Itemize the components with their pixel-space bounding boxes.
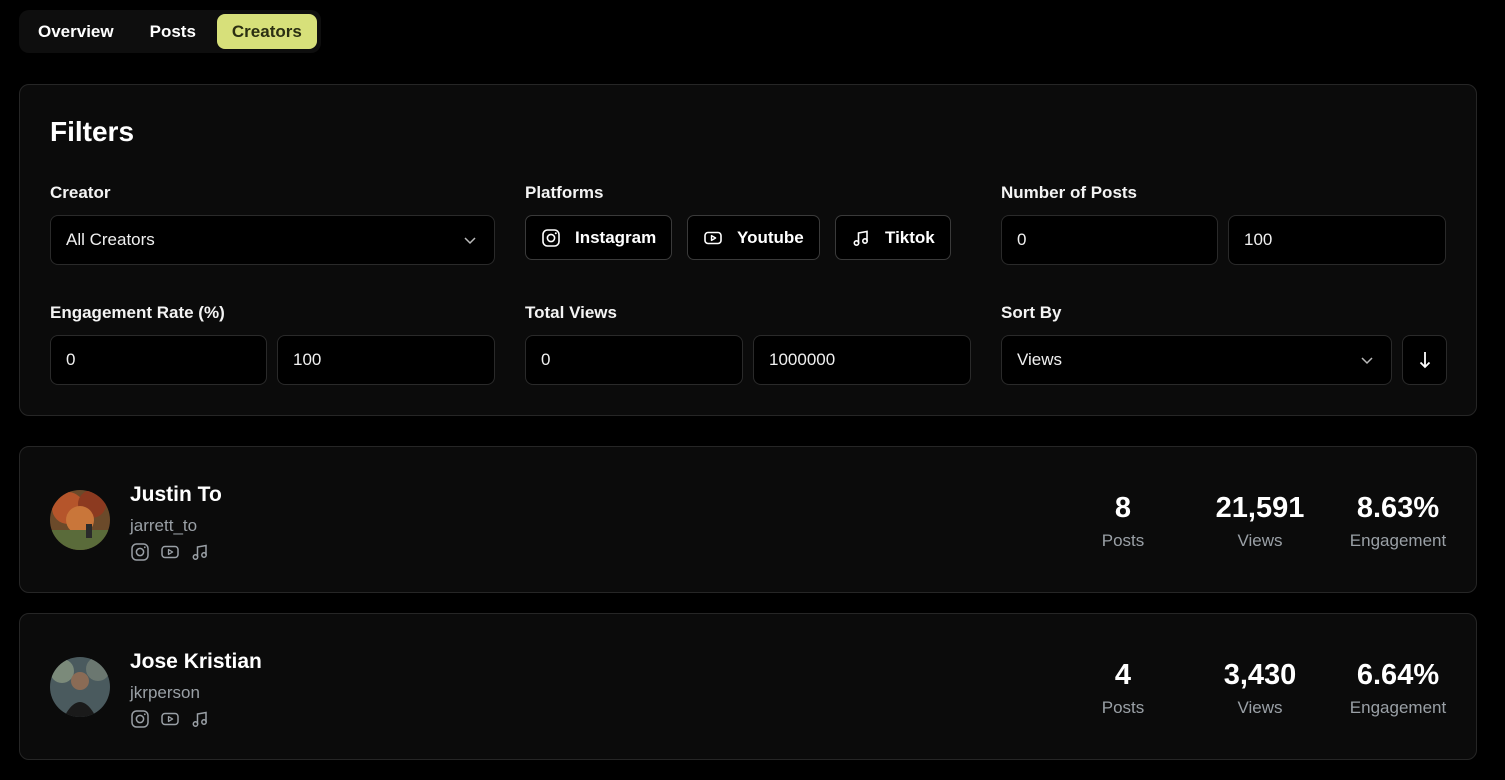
engagement-stat-label: Engagement xyxy=(1349,531,1447,550)
views-count: 21,591 xyxy=(1215,492,1305,524)
engagement-rate: 6.64% xyxy=(1356,659,1440,691)
tiktok-icon xyxy=(192,544,207,560)
creator-card[interactable]: Jose Kristian jkrperson 4 Posts 3,430 Vi… xyxy=(19,613,1477,760)
views-count: 3,430 xyxy=(1223,659,1297,691)
platform-tiktok-button[interactable]: Tiktok xyxy=(835,215,951,260)
youtube-icon xyxy=(161,545,179,559)
posts-count: 8 xyxy=(1114,492,1132,524)
chevron-down-icon xyxy=(464,237,476,245)
tab-overview[interactable]: Overview xyxy=(23,14,129,49)
filters-panel: Filters Creator All Creators Platforms I… xyxy=(19,84,1477,416)
creator-handle: jkrperson xyxy=(130,683,200,702)
youtube-icon xyxy=(161,712,179,726)
sort-direction-button[interactable] xyxy=(1402,335,1447,385)
instagram-icon xyxy=(542,228,560,247)
creator-handle: jarrett_to xyxy=(130,516,198,535)
posts-stat: 8 Posts xyxy=(1053,492,1193,551)
youtube-icon xyxy=(704,231,722,244)
avatar xyxy=(50,490,110,550)
avatar xyxy=(50,657,110,717)
arrow-down-icon xyxy=(1419,352,1430,369)
posts-stat-label: Posts xyxy=(1101,698,1145,717)
views-stat: 3,430 Views xyxy=(1190,659,1330,718)
platform-instagram-label: Instagram xyxy=(575,227,657,247)
instagram-icon xyxy=(131,543,149,561)
engagement-rate-label: Engagement Rate (%) xyxy=(50,303,225,322)
views-max-input[interactable]: 1000000 xyxy=(753,335,971,385)
posts-stat: 4 Posts xyxy=(1053,659,1193,718)
tiktok-icon xyxy=(853,230,869,246)
views-stat: 21,591 Views xyxy=(1190,492,1330,551)
creator-select-value: All Creators xyxy=(66,230,155,249)
creator-card[interactable]: Justin To jarrett_to 8 Posts 21,591 View… xyxy=(19,446,1477,593)
posts-count-label: Number of Posts xyxy=(1001,183,1138,202)
engagement-stat-label: Engagement xyxy=(1349,698,1447,717)
views-min-input[interactable]: 0 xyxy=(525,335,743,385)
sort-by-value: Views xyxy=(1017,350,1063,369)
tiktok-icon xyxy=(192,711,207,727)
engagement-stat: 6.64% Engagement xyxy=(1328,659,1468,718)
views-stat-label: Views xyxy=(1237,698,1283,717)
platform-youtube-label: Youtube xyxy=(737,227,804,247)
posts-stat-label: Posts xyxy=(1101,531,1145,550)
posts-count: 4 xyxy=(1114,659,1132,691)
tab-bar: Overview Posts Creators xyxy=(19,10,321,53)
sort-by-select[interactable]: Views xyxy=(1001,335,1392,385)
filters-title: Filters xyxy=(50,116,135,147)
creator-label: Creator xyxy=(50,183,111,202)
posts-max-input[interactable]: 100 xyxy=(1228,215,1446,265)
total-views-label: Total Views xyxy=(525,303,617,322)
sort-by-label: Sort By xyxy=(1001,303,1062,322)
engagement-stat: 8.63% Engagement xyxy=(1328,492,1468,551)
instagram-icon xyxy=(131,710,149,728)
platform-tiktok-label: Tiktok xyxy=(885,227,935,247)
tab-posts[interactable]: Posts xyxy=(135,14,211,49)
views-stat-label: Views xyxy=(1237,531,1283,550)
tab-creators[interactable]: Creators xyxy=(216,14,317,49)
creator-select[interactable]: All Creators xyxy=(50,215,495,265)
platforms-label: Platforms xyxy=(525,183,604,202)
creator-name: Jose Kristian xyxy=(130,650,262,673)
engagement-max-input[interactable]: 100 xyxy=(277,335,495,385)
engagement-min-input[interactable]: 0 xyxy=(50,335,267,385)
platform-youtube-button[interactable]: Youtube xyxy=(687,215,820,260)
posts-min-input[interactable]: 0 xyxy=(1001,215,1218,265)
creator-name: Justin To xyxy=(130,483,222,506)
platform-instagram-button[interactable]: Instagram xyxy=(525,215,673,260)
engagement-rate: 8.63% xyxy=(1356,492,1440,524)
chevron-down-icon xyxy=(1361,357,1373,365)
